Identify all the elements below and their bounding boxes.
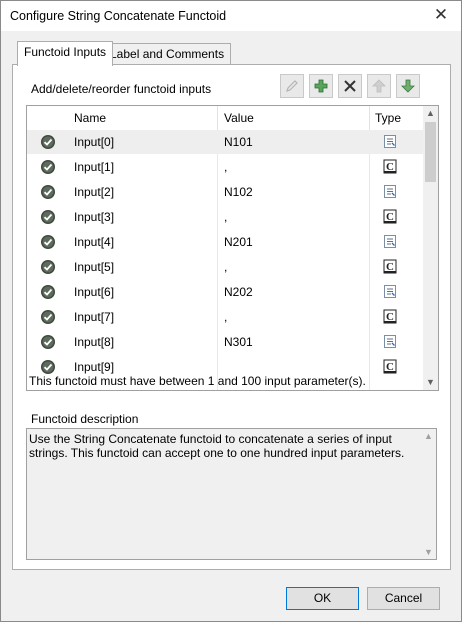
configure-functoid-dialog: Configure String Concatenate Functoid ✕ …: [0, 0, 462, 622]
scroll-up-icon[interactable]: ▲: [423, 106, 438, 121]
check-circle-icon: [41, 260, 55, 274]
check-circle-icon: [41, 235, 55, 249]
inputs-grid[interactable]: Name Value Type Input[0] N101 Input[1], C In…: [26, 105, 439, 391]
svg-text:C: C: [386, 211, 394, 223]
check-circle-icon: [41, 135, 55, 149]
table-row[interactable]: Input[3], C: [27, 205, 423, 229]
inputs-section-label: Add/delete/reorder functoid inputs: [31, 82, 212, 96]
x-icon: [344, 80, 356, 92]
window-title: Configure String Concatenate Functoid: [10, 9, 227, 23]
check-circle-icon: [41, 335, 55, 349]
description-label: Functoid description: [31, 412, 139, 426]
check-circle-icon: [41, 310, 55, 324]
constant-icon: C: [383, 359, 397, 374]
link-icon: [384, 285, 396, 298]
input-count-info: This functoid must have between 1 and 10…: [29, 374, 366, 388]
check-circle-icon: [41, 210, 55, 224]
ok-button[interactable]: OK: [286, 587, 359, 610]
close-icon[interactable]: ✕: [431, 5, 451, 25]
desc-scroll-down-icon: ▼: [424, 547, 433, 557]
constant-icon: C: [383, 159, 397, 174]
link-icon: [384, 235, 396, 248]
functoid-inputs-panel: Add/delete/reorder functoid inputs Name …: [12, 64, 451, 570]
svg-text:C: C: [386, 361, 394, 373]
input-name-cell: Input[6]: [74, 285, 115, 299]
table-row[interactable]: Input[2] N102: [27, 180, 423, 204]
constant-icon: C: [383, 209, 397, 224]
arrow-up-icon: [372, 79, 386, 93]
input-name-cell: Input[3]: [74, 210, 115, 224]
column-header-type[interactable]: Type: [375, 111, 401, 125]
table-row[interactable]: Input[8] N301: [27, 330, 423, 354]
link-icon: [384, 335, 396, 348]
column-header-value[interactable]: Value: [224, 111, 254, 125]
table-row[interactable]: Input[7], C: [27, 305, 423, 329]
column-divider: [369, 106, 370, 130]
input-name-cell: Input[1]: [74, 160, 115, 174]
link-icon: [384, 135, 396, 148]
input-name-cell: Input[0]: [74, 135, 115, 149]
scroll-down-icon[interactable]: ▼: [423, 375, 438, 390]
pencil-icon: [286, 80, 298, 92]
grid-scrollbar[interactable]: ▲ ▼: [423, 106, 438, 390]
svg-text:C: C: [386, 261, 394, 273]
move-up-button[interactable]: [367, 74, 391, 98]
check-circle-icon: [41, 185, 55, 199]
table-row[interactable]: Input[5], C: [27, 255, 423, 279]
table-row[interactable]: Input[6] N202: [27, 280, 423, 304]
input-value-cell[interactable]: ,: [224, 210, 227, 224]
check-circle-icon: [41, 360, 55, 374]
tab-functoid-inputs[interactable]: Functoid Inputs: [17, 41, 114, 66]
table-row[interactable]: Input[4] N201: [27, 230, 423, 254]
input-value-cell[interactable]: N102: [224, 185, 253, 199]
cancel-button[interactable]: Cancel: [367, 587, 440, 610]
check-circle-icon: [41, 285, 55, 299]
input-name-cell: Input[7]: [74, 310, 115, 324]
table-row[interactable]: Input[1], C: [27, 155, 423, 179]
input-value-cell[interactable]: N201: [224, 235, 253, 249]
description-text: Use the String Concatenate functoid to c…: [29, 432, 405, 460]
input-name-cell: Input[8]: [74, 335, 115, 349]
description-scrollbar: ▲ ▼: [421, 429, 436, 559]
add-input-button[interactable]: [309, 74, 333, 98]
edit-input-button[interactable]: [280, 74, 304, 98]
move-down-button[interactable]: [396, 74, 420, 98]
input-name-cell: Input[4]: [74, 235, 115, 249]
constant-icon: C: [383, 309, 397, 324]
check-circle-icon: [41, 160, 55, 174]
plus-icon: [314, 79, 328, 93]
input-name-cell: Input[5]: [74, 260, 115, 274]
desc-scroll-up-icon: ▲: [424, 431, 433, 441]
arrow-down-icon: [401, 79, 415, 93]
input-value-cell[interactable]: N202: [224, 285, 253, 299]
table-row[interactable]: Input[0] N101: [27, 130, 423, 154]
input-name-cell: Input[2]: [74, 185, 115, 199]
column-header-name[interactable]: Name: [74, 111, 106, 125]
input-name-cell: Input[9]: [74, 360, 115, 374]
input-value-cell[interactable]: ,: [224, 260, 227, 274]
grid-header: Name Value Type: [27, 106, 423, 130]
input-value-cell[interactable]: N101: [224, 135, 253, 149]
input-value-cell[interactable]: ,: [224, 160, 227, 174]
description-box: Use the String Concatenate functoid to c…: [26, 428, 437, 560]
scroll-thumb[interactable]: [425, 122, 436, 182]
input-value-cell[interactable]: N301: [224, 335, 253, 349]
link-icon: [384, 185, 396, 198]
constant-icon: C: [383, 259, 397, 274]
tab-label-and-comments[interactable]: Label and Comments: [103, 43, 232, 65]
svg-text:C: C: [386, 161, 394, 173]
input-value-cell[interactable]: ,: [224, 310, 227, 324]
svg-text:C: C: [386, 311, 394, 323]
column-divider: [217, 106, 218, 130]
title-bar: Configure String Concatenate Functoid ✕: [1, 1, 461, 31]
delete-input-button[interactable]: [338, 74, 362, 98]
